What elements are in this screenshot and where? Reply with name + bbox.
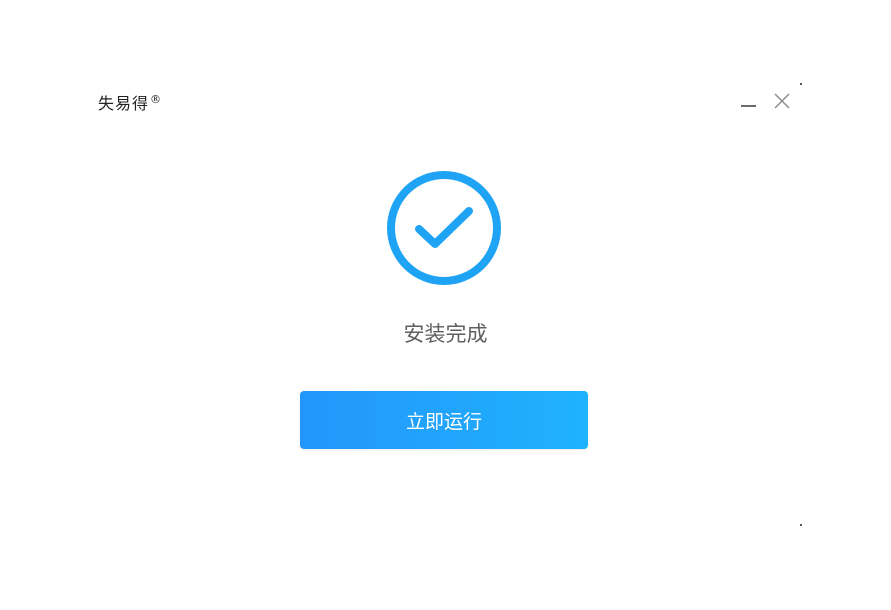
corner-dot [800,524,802,526]
corner-dot [800,83,802,85]
brand-name: 失易得 [98,94,150,113]
close-button[interactable] [771,90,793,112]
install-status-text: 安装完成 [403,322,488,346]
run-now-label: 立即运行 [405,410,482,433]
registered-mark: ® [150,92,163,106]
check-circle-icon [387,171,501,285]
installer-window: 失易得® 安装完成 立即运行 [0,0,891,610]
minimize-icon [741,105,756,107]
minimize-button[interactable] [738,90,760,112]
close-icon [774,93,790,109]
app-brand: 失易得® [98,90,162,114]
run-now-button[interactable]: 立即运行 [300,391,588,449]
